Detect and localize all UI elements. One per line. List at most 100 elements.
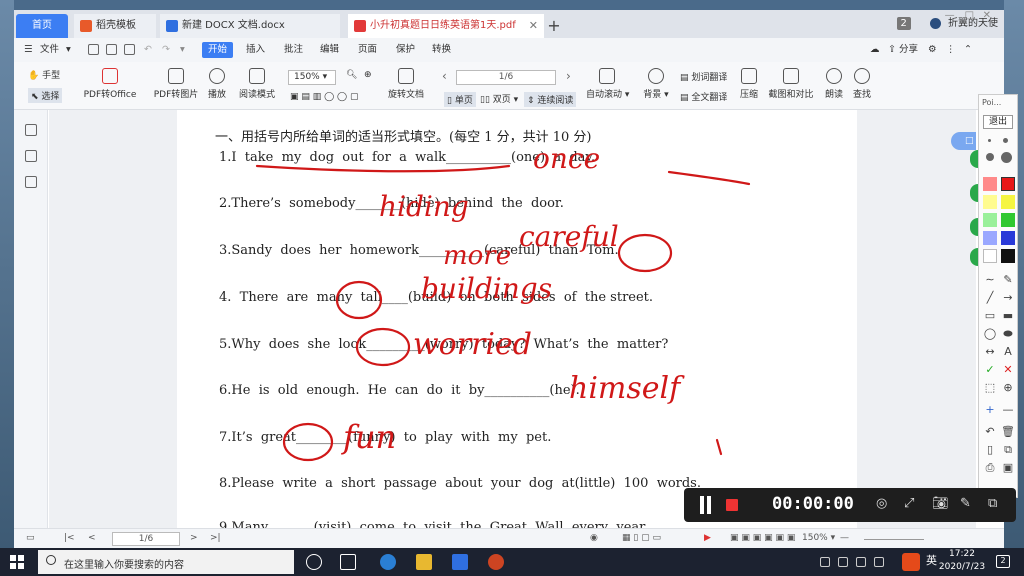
check-mark-icon[interactable]: ✓	[983, 363, 997, 376]
marker-icon[interactable]: ✎	[1001, 273, 1015, 286]
menu-start[interactable]: 开始	[202, 42, 234, 58]
undo-icon[interactable]: ↶	[983, 425, 997, 438]
new-tab-plus-icon[interactable]: +	[546, 16, 562, 35]
file-explorer-icon[interactable]	[416, 554, 432, 570]
prev-page-icon[interactable]: <	[88, 533, 96, 543]
add-icon[interactable]: +	[983, 403, 997, 416]
save-icon[interactable]	[106, 44, 117, 55]
zoom-slider[interactable]	[864, 539, 924, 540]
select-tool-button[interactable]: ⬉ 选择	[28, 88, 63, 103]
menu-insert[interactable]: 插入	[246, 42, 265, 58]
save-image-icon[interactable]: ▣	[1001, 461, 1015, 474]
close-tab-icon[interactable]: ✕	[529, 14, 538, 38]
chevron-down-icon[interactable]: ▾	[66, 42, 71, 58]
menu-edit[interactable]: 编辑	[320, 42, 339, 58]
clock-date[interactable]: 2020/7/23	[934, 562, 990, 572]
tab-docer-templates[interactable]: 稻壳模板	[74, 14, 156, 38]
filled-rectangle-icon[interactable]: ▬	[1001, 309, 1015, 322]
pen-size-large[interactable]	[986, 153, 994, 161]
menu-protect[interactable]: 保护	[396, 42, 415, 58]
menu-page[interactable]: 页面	[358, 42, 377, 58]
close-window-icon[interactable]: ✕	[983, 6, 991, 26]
read-aloud-button[interactable]: 朗读	[822, 68, 846, 100]
freehand-pen-icon[interactable]: ∼	[983, 273, 997, 286]
text-tool-icon[interactable]: A	[1001, 345, 1015, 358]
zoom-percent[interactable]: 150% ▾	[802, 533, 835, 543]
double-arrow-icon[interactable]: ↔	[983, 345, 997, 358]
subtract-icon[interactable]: —	[1001, 403, 1015, 416]
rotate-document-button[interactable]: 旋转文档	[386, 68, 426, 100]
color-swatch-white[interactable]	[983, 249, 997, 263]
next-page-icon[interactable]: >	[190, 533, 198, 543]
minimize-icon[interactable]: —	[945, 6, 955, 26]
find-button[interactable]: 查找	[850, 68, 874, 100]
maximize-icon[interactable]: □	[965, 6, 974, 26]
word-translate-button[interactable]: ▤ 划词翻译	[680, 70, 727, 83]
pen-size-medium[interactable]	[1003, 138, 1008, 143]
play-button[interactable]: 播放	[204, 68, 230, 100]
single-page-button[interactable]: ▯ 单页	[444, 92, 476, 107]
sidebar-toggle-icon[interactable]: ▭	[26, 533, 35, 543]
arrow-tool-icon[interactable]: →	[1001, 291, 1015, 304]
document-viewport[interactable]: 一、用括号内所给单词的适当形式填空。(每空 1 分，共计 10 分) 1.I t…	[49, 110, 976, 528]
fullscreen-icon[interactable]: ⤢	[904, 496, 914, 511]
eye-protect-icon[interactable]: ◉	[590, 533, 598, 543]
sogou-ime-icon[interactable]	[902, 553, 920, 571]
color-swatch-light-green[interactable]	[983, 213, 997, 227]
full-translate-button[interactable]: ▤ 全文翻译	[680, 90, 727, 103]
notification-center-icon[interactable]: 2	[996, 555, 1010, 568]
pen-icon[interactable]: ✎	[960, 496, 971, 511]
next-page-icon[interactable]: ›	[566, 69, 571, 83]
color-swatch-blue[interactable]	[1001, 231, 1015, 245]
background-button[interactable]: 背景 ▾	[642, 68, 670, 100]
status-page-input[interactable]: 1/6	[112, 532, 180, 546]
zoom-select[interactable]: 150% ▾	[288, 70, 336, 85]
taskbar-search-box[interactable]: 在这里输入你要搜索的内容	[38, 550, 294, 574]
filled-ellipse-icon[interactable]: ⬬	[1001, 327, 1015, 341]
wps-writer-icon[interactable]	[452, 554, 468, 570]
zoom-out-icon[interactable]: 🔍︎	[346, 70, 357, 80]
tool-icons[interactable]: ▣ ▣ ▣ ▣ ▣ ▣	[730, 533, 795, 543]
first-page-icon[interactable]: |<	[64, 533, 75, 543]
view-mode-icons[interactable]: ▦ ▯ ▢ ▭	[622, 533, 661, 543]
hand-tool-button[interactable]: ✋ 手型	[28, 68, 60, 81]
side-tab[interactable]	[970, 184, 978, 202]
pen-size-xlarge[interactable]	[1001, 152, 1012, 163]
menu-convert[interactable]: 转换	[432, 42, 451, 58]
windows-start-icon[interactable]	[10, 555, 24, 569]
color-swatch-green[interactable]	[1001, 213, 1015, 227]
rectangle-tool-icon[interactable]: ▭	[983, 309, 997, 322]
fit-page-icon[interactable]: ▣ ▤ ▥ ◯ ◯ ▢	[290, 92, 358, 102]
compress-button[interactable]: 压缩	[738, 68, 760, 100]
clock-time[interactable]: 17:22	[940, 549, 984, 559]
tray-icon[interactable]	[820, 557, 830, 567]
side-tab[interactable]	[970, 218, 978, 236]
side-tab[interactable]	[970, 248, 978, 266]
new-page-icon[interactable]: ▯	[983, 443, 997, 456]
tray-icon[interactable]	[856, 557, 866, 567]
minimize-recorder-icon[interactable]: ⧉	[988, 496, 997, 511]
more-icon[interactable]: ⋮	[946, 42, 956, 58]
volume-icon[interactable]	[874, 557, 884, 567]
pdf-to-office-button[interactable]: PDF转Office	[80, 68, 140, 100]
camera-icon[interactable]: 📷︎	[932, 496, 949, 511]
pen-size-small[interactable]	[988, 139, 991, 142]
copy-icon[interactable]: ⧉	[1001, 443, 1015, 457]
chevron-down-icon[interactable]: ▾	[180, 42, 185, 58]
tab-new-docx[interactable]: 新建 DOCX 文档.docx	[160, 14, 340, 38]
edge-browser-icon[interactable]	[380, 554, 396, 570]
recorder-app-icon[interactable]	[488, 554, 504, 570]
cloud-sync-icon[interactable]: ☁	[870, 42, 880, 58]
hamburger-icon[interactable]: ☰	[24, 42, 33, 58]
color-swatch-yellow[interactable]	[1001, 195, 1015, 209]
color-swatch-black[interactable]	[1001, 249, 1015, 263]
color-swatch-light-yellow[interactable]	[983, 195, 997, 209]
print-icon[interactable]	[124, 44, 135, 55]
window-count-badge[interactable]: 2	[896, 17, 911, 30]
selection-tool-icon[interactable]: ⬚	[983, 381, 997, 394]
last-page-icon[interactable]: >|	[210, 533, 221, 543]
cortana-icon[interactable]	[306, 554, 322, 570]
thumbnail-icon[interactable]	[25, 150, 37, 162]
prev-page-icon[interactable]: ‹	[442, 69, 447, 83]
task-view-icon[interactable]	[340, 554, 356, 570]
